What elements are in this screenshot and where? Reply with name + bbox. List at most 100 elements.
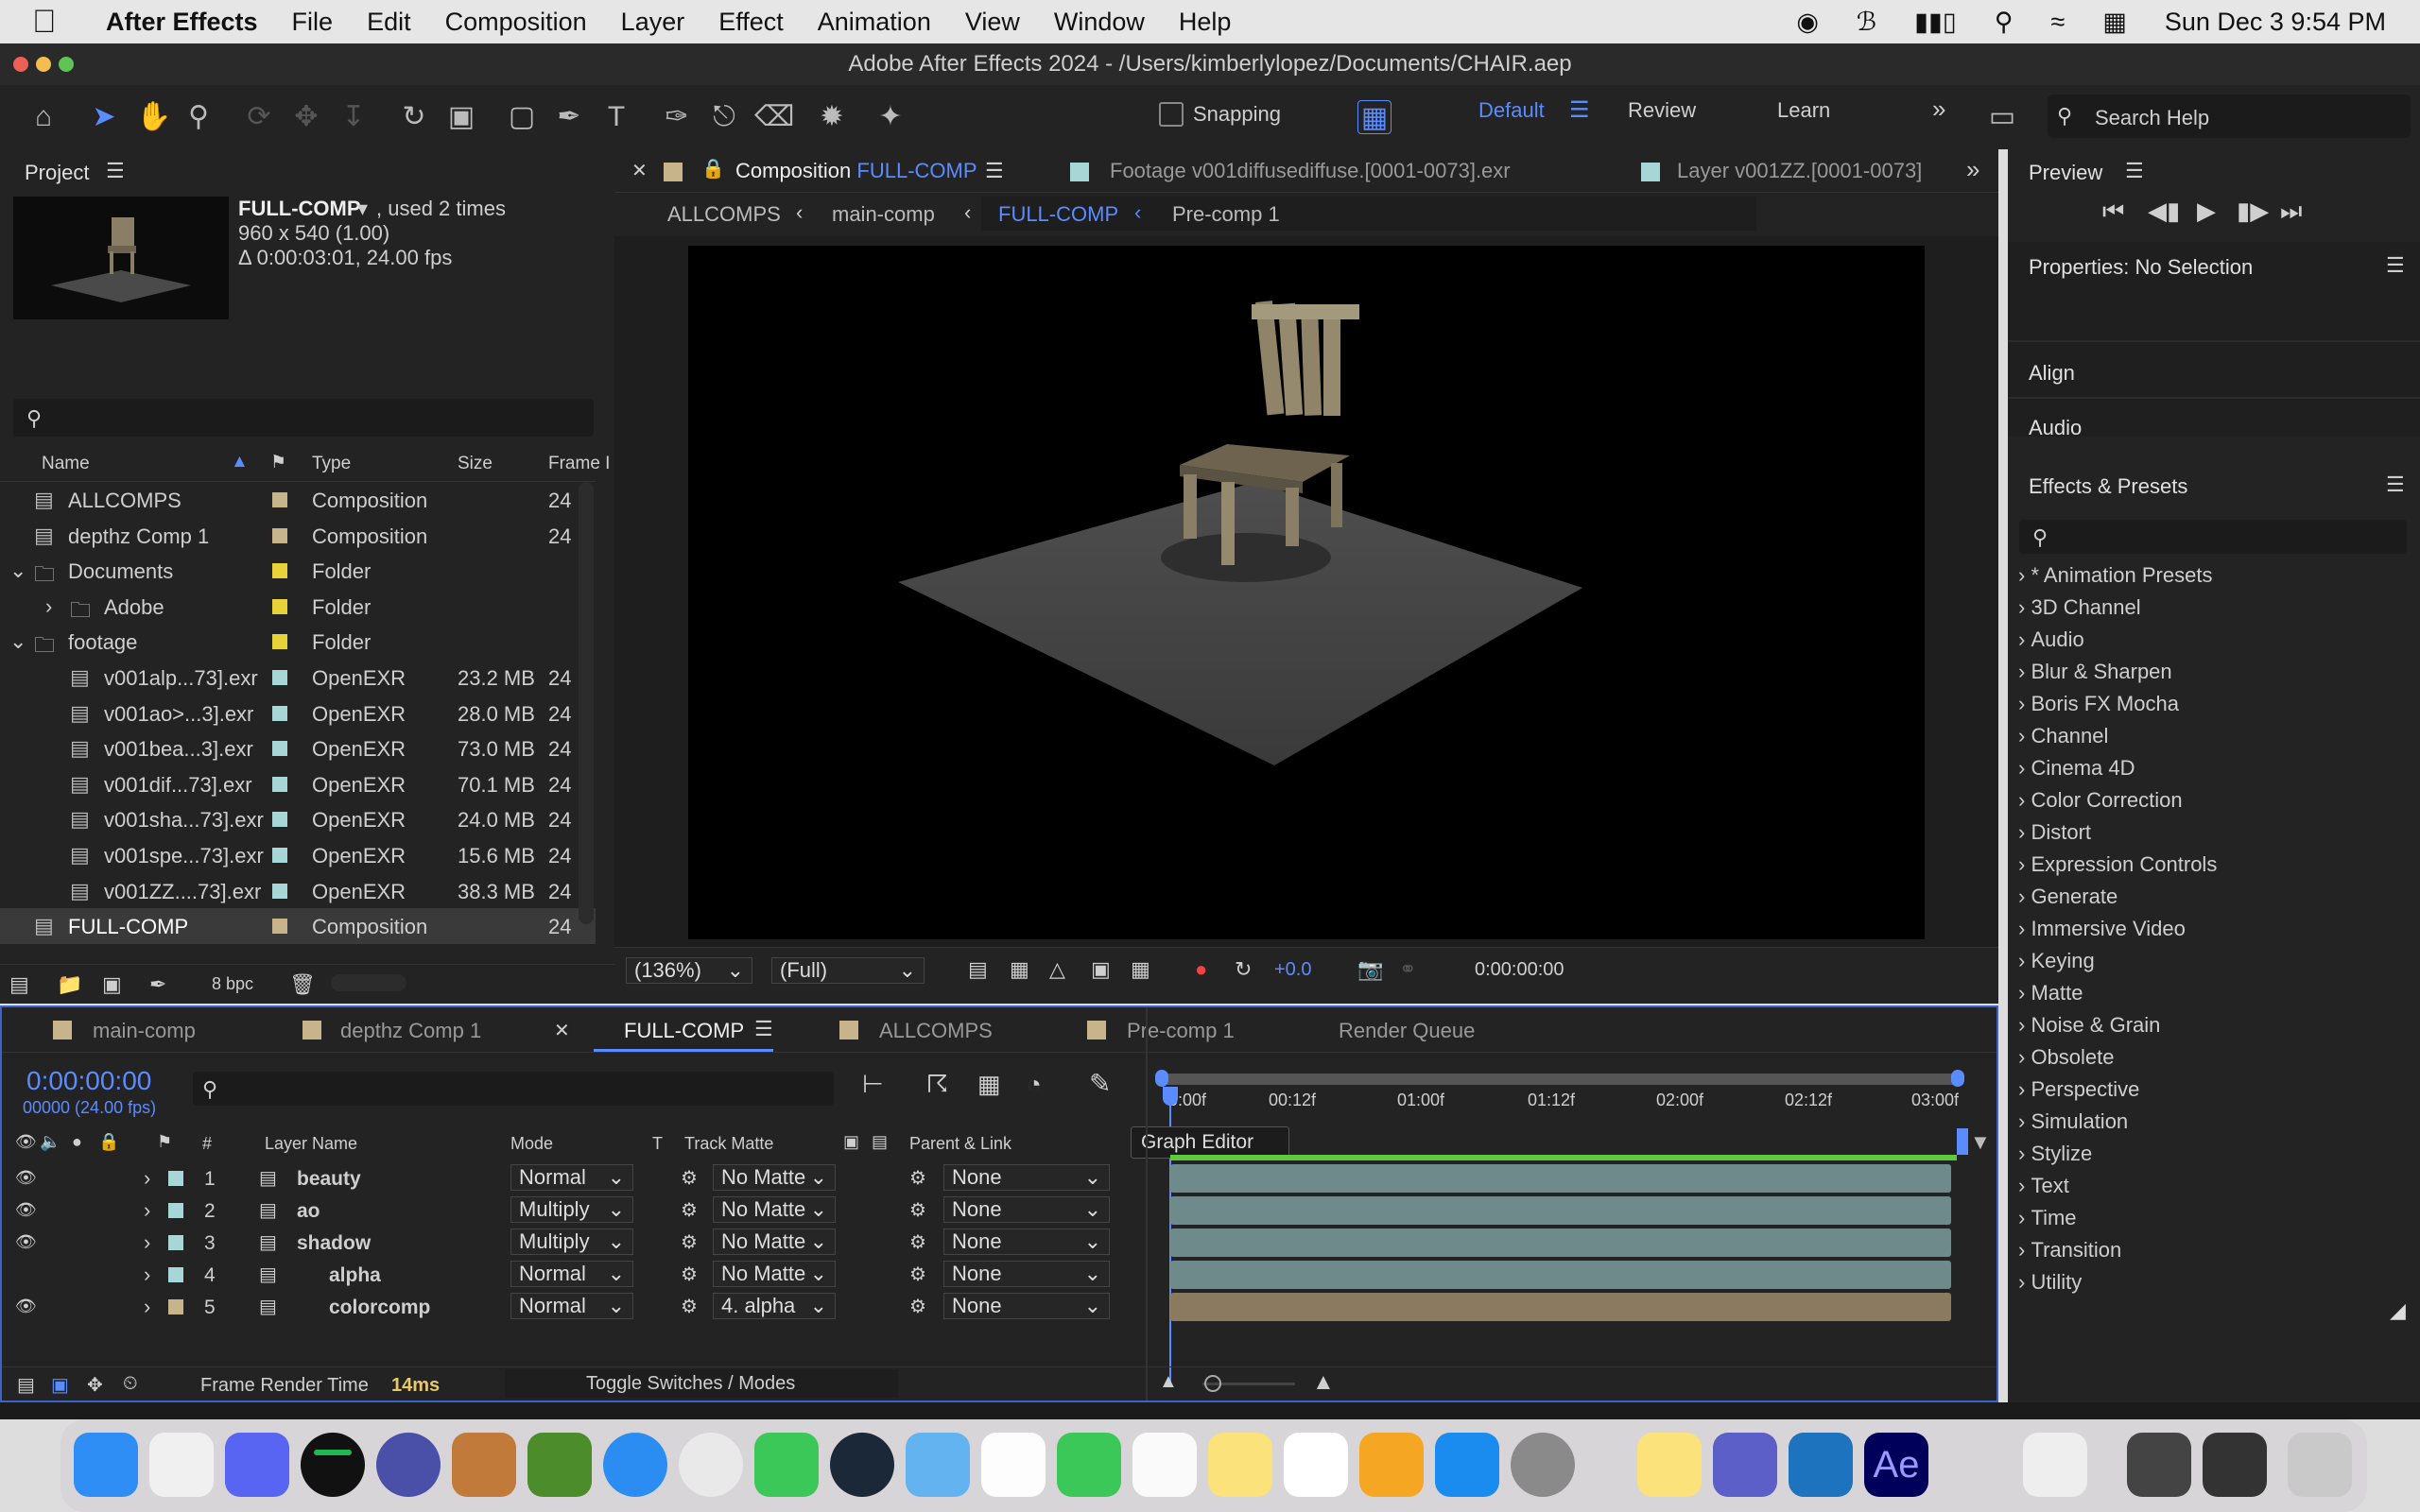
effects-category[interactable]: › Time	[2018, 1206, 2077, 1230]
snapshot-icon[interactable]: 📷	[1357, 957, 1383, 982]
preview-menu-icon[interactable]: ☰	[2125, 159, 2144, 183]
photos-icon[interactable]	[981, 1433, 1046, 1497]
game-icon[interactable]	[452, 1433, 516, 1497]
project-item[interactable]: ▤ v001spe...73].exr OpenEXR 15.6 MB 24	[0, 837, 596, 873]
layer-label-swatch[interactable]	[168, 1203, 183, 1218]
effects-category[interactable]: › Keying	[2018, 949, 2095, 973]
properties-menu-icon[interactable]: ☰	[2386, 253, 2405, 278]
effects-category[interactable]: › Boris FX Mocha	[2018, 692, 2179, 716]
layer-row[interactable]: 👁 › 5 ▤ colorcomp Normal ⌄ ⚙ 4. alpha ⌄ ⚙ None ⌄	[2, 1291, 1998, 1323]
layer-duration-bar[interactable]	[1170, 1228, 1951, 1257]
project-item[interactable]: ▤ v001sha...73].exr OpenEXR 24.0 MB 24	[0, 801, 596, 837]
layer-name[interactable]: ao	[297, 1200, 320, 1223]
type-tool-icon[interactable]: T	[599, 100, 633, 134]
menu-help[interactable]: Help	[1179, 8, 1232, 37]
blend-mode-dropdown[interactable]: Multiply ⌄	[510, 1228, 633, 1255]
project-item[interactable]: ▤ v001ao>...3].exr OpenEXR 28.0 MB 24	[0, 696, 596, 731]
viewer-area[interactable]	[614, 236, 1998, 947]
minimize-window-button[interactable]	[36, 57, 51, 72]
layer-switches-icon[interactable]: ▤	[17, 1373, 35, 1397]
workspace-default[interactable]: Default	[1478, 98, 1545, 123]
audio-switch-icon[interactable]: 🔈	[40, 1132, 60, 1152]
effects-category[interactable]: › Blur & Sharpen	[2018, 660, 2172, 684]
track-matte-dropdown[interactable]: No Matte ⌄	[713, 1261, 836, 1287]
parent-dropdown[interactable]: None ⌄	[943, 1196, 1110, 1223]
effects-category[interactable]: › Channel	[2018, 724, 2108, 748]
solo-switch-icon[interactable]: ●	[72, 1132, 82, 1152]
motion-blur-icon[interactable]: ◔	[1027, 1070, 1042, 1099]
adjust-project-settings-icon[interactable]: ✒	[149, 972, 166, 997]
work-area-end-handle[interactable]	[1951, 1070, 1964, 1087]
disclosure-chevron-icon[interactable]: ›	[144, 1295, 150, 1319]
recent-window-icon[interactable]	[2203, 1433, 2267, 1497]
zoom-tool-icon[interactable]: ⚲	[182, 100, 216, 134]
recent-document-icon[interactable]	[2023, 1433, 2087, 1497]
layer-row[interactable]: 👁 › 1 ▤ beauty Normal ⌄ ⚙ No Matte ⌄ ⚙ None ⌄	[2, 1162, 1998, 1194]
layer-label-swatch[interactable]	[168, 1235, 183, 1250]
transfer-controls-icon[interactable]: ▣	[51, 1373, 69, 1397]
work-area-bar[interactable]	[1159, 1074, 1961, 1085]
label-swatch[interactable]	[272, 705, 287, 721]
col-layer-name[interactable]: Layer Name	[265, 1134, 357, 1154]
audio-panel-title[interactable]: Audio	[2029, 416, 2082, 440]
roto-brush-tool-icon[interactable]: ✹	[815, 100, 849, 134]
layer-duration-bar[interactable]	[1170, 1196, 1951, 1225]
orbit-tool-icon[interactable]: ⟳	[242, 100, 276, 134]
label-swatch[interactable]	[272, 883, 287, 899]
parent-pickwhip-icon[interactable]: ⚙	[909, 1230, 926, 1254]
interpret-footage-icon[interactable]: ▤	[9, 972, 29, 997]
timeline-tab-full-comp[interactable]: FULL-COMP	[624, 1019, 744, 1043]
effects-category[interactable]: › Cinema 4D	[2018, 756, 2135, 781]
spotify-icon[interactable]	[301, 1433, 365, 1497]
safari-icon[interactable]	[603, 1433, 667, 1497]
breadcrumb-allcomps[interactable]: ALLCOMPS	[667, 202, 781, 227]
align-panel-title[interactable]: Align	[2029, 361, 2075, 386]
bit-depth-label[interactable]: 8 bpc	[212, 974, 253, 994]
visibility-eye-icon[interactable]: 👁	[15, 1168, 37, 1188]
discord-icon[interactable]	[225, 1433, 289, 1497]
disclosure-chevron-icon[interactable]: ⌄	[9, 629, 26, 654]
menu-file[interactable]: File	[292, 8, 334, 37]
search-help-field[interactable]: ⚲ Search Help	[2048, 94, 2411, 138]
close-timeline-tab-icon[interactable]: ✕	[554, 1019, 570, 1042]
parent-pickwhip-icon[interactable]: ⚙	[909, 1295, 926, 1318]
wifi-icon[interactable]: ≈	[2051, 8, 2066, 37]
layer-duration-bar[interactable]	[1170, 1164, 1951, 1193]
menu-app[interactable]: After Effects	[106, 8, 258, 37]
mask-visibility-icon[interactable]: △	[1049, 957, 1065, 982]
battery-icon[interactable]: ▮▮▯	[1914, 8, 1957, 37]
project-search-input[interactable]: ⚲	[13, 399, 594, 437]
zoom-window-button[interactable]	[59, 57, 74, 72]
visibility-eye-icon[interactable]: 👁	[15, 1232, 37, 1252]
notes-icon[interactable]	[1208, 1433, 1272, 1497]
teams-icon[interactable]	[1713, 1433, 1777, 1497]
viewer-tab-layer[interactable]: Layer v001ZZ.[0001-0073]	[1677, 159, 1922, 183]
label-swatch[interactable]	[272, 563, 287, 579]
steam-icon[interactable]	[830, 1433, 894, 1497]
exposure-value[interactable]: +0.0	[1274, 959, 1311, 981]
layer-duration-bar[interactable]	[1170, 1261, 1951, 1289]
puppet-tool-icon[interactable]: ✦	[873, 100, 908, 134]
effects-category[interactable]: › Stylize	[2018, 1142, 2092, 1166]
effects-category[interactable]: › Expression Controls	[2018, 852, 2217, 877]
label-swatch[interactable]	[272, 527, 287, 543]
grid-guides-icon[interactable]: ▦	[1131, 957, 1150, 982]
lock-switch-icon[interactable]: 🔒	[98, 1132, 119, 1152]
facetime-icon[interactable]	[1057, 1433, 1121, 1497]
label-swatch[interactable]	[272, 670, 287, 685]
next-frame-icon[interactable]: ▮▶	[2237, 197, 2269, 226]
app-icon[interactable]	[376, 1433, 441, 1497]
parent-dropdown[interactable]: None ⌄	[943, 1261, 1110, 1287]
project-item[interactable]: ▤ v001bea...3].exr OpenEXR 73.0 MB 24	[0, 730, 596, 766]
app-store-icon[interactable]	[1435, 1433, 1499, 1497]
project-item[interactable]: ▤ FULL-COMP Composition 24	[0, 908, 596, 945]
layer-duration-bar[interactable]	[1170, 1293, 1951, 1321]
trash-icon[interactable]	[2288, 1433, 2352, 1497]
layer-name[interactable]: alpha	[329, 1264, 381, 1287]
label-swatch[interactable]	[272, 634, 287, 650]
col-parent-link[interactable]: Parent & Link	[909, 1134, 1011, 1154]
transparency-grid-icon[interactable]: ▦	[1010, 957, 1029, 982]
comp-name-dropdown-icon[interactable]: ▾	[357, 197, 368, 221]
parent-dropdown[interactable]: None ⌄	[943, 1293, 1110, 1319]
selection-tool-icon[interactable]: ➤	[87, 100, 121, 134]
